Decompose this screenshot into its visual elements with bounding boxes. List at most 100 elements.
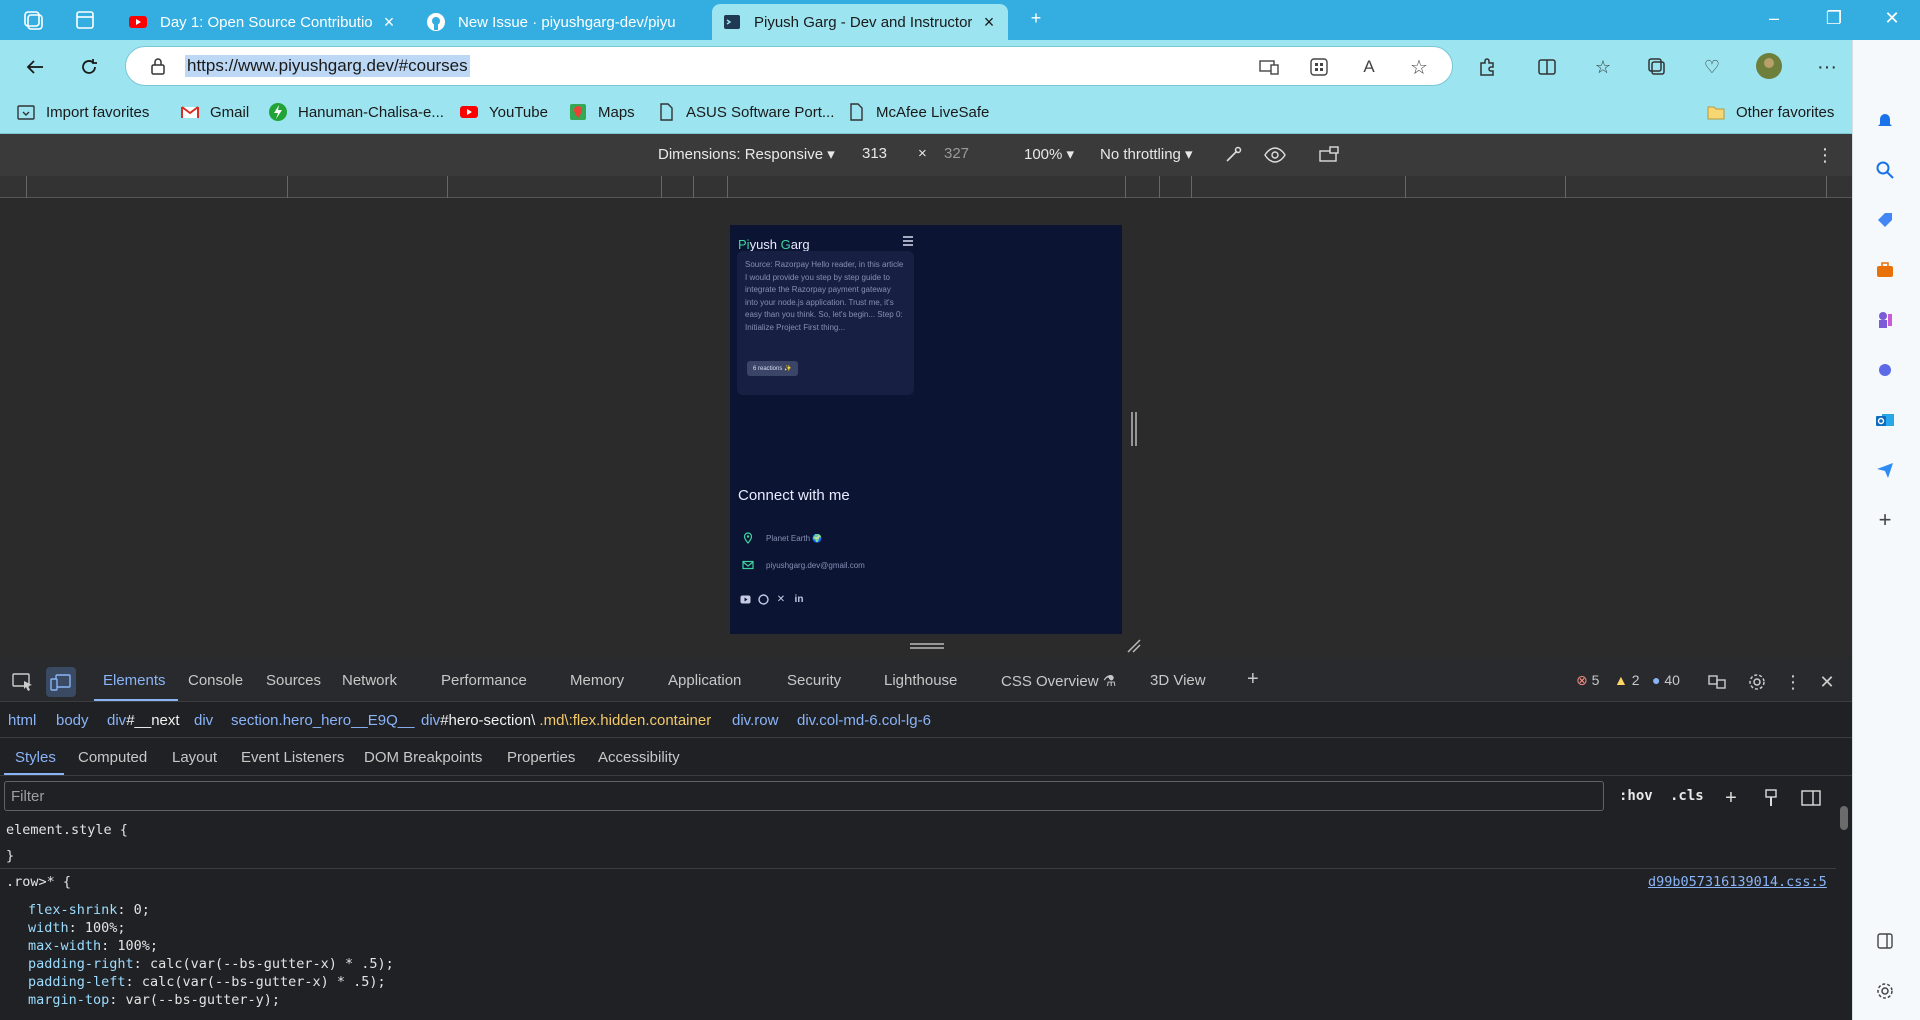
breadcrumb-div-hero-section[interactable]: div#hero-section\ .md\:flex.hidden.conta… <box>421 712 711 729</box>
css-declaration[interactable]: padding-left: calc(var(--bs-gutter-x) * … <box>28 974 386 990</box>
lock-icon[interactable] <box>143 51 173 81</box>
tab-security[interactable]: Security <box>787 672 841 689</box>
vision-deficiency-eye-icon[interactable] <box>1260 140 1290 170</box>
resize-handle-bottom[interactable] <box>910 642 944 650</box>
more-menu-icon[interactable]: ··· <box>1812 52 1842 82</box>
breadcrumb-div-next[interactable]: div#__next <box>107 712 180 729</box>
tab-css-overview[interactable]: CSS Overview ⚗ <box>1001 672 1116 690</box>
rule-source-link[interactable]: d99b057316139014.css:5 <box>1648 874 1827 890</box>
breadcrumb-div-col[interactable]: div.col-md-6.col-lg-6 <box>797 712 931 729</box>
copilot-icon[interactable] <box>1872 357 1898 383</box>
games-icon[interactable] <box>1872 307 1898 333</box>
tab-memory[interactable]: Memory <box>570 672 624 689</box>
breadcrumb-div[interactable]: div <box>194 712 213 729</box>
zoom-dropdown[interactable]: 100% ▾ <box>1024 145 1074 163</box>
back-icon[interactable] <box>20 52 50 82</box>
throttling-dropdown[interactable]: No throttling ▾ <box>1100 145 1193 163</box>
element-style-selector[interactable]: element.style { <box>6 822 128 838</box>
github-social-icon[interactable] <box>757 593 769 605</box>
refresh-icon[interactable] <box>74 52 104 82</box>
favorite-star-icon[interactable]: ☆ <box>1404 52 1434 82</box>
split-screen-icon[interactable] <box>1532 52 1562 82</box>
notifications-bell-icon[interactable] <box>1872 107 1898 133</box>
hide-sidebar-icon[interactable] <box>1872 928 1898 954</box>
workspaces-icon[interactable] <box>18 5 48 35</box>
email-row[interactable]: piyushgarg.dev@gmail.com <box>742 559 865 571</box>
breadcrumb-section-hero[interactable]: section.hero_hero__E9Q__ <box>231 712 414 729</box>
class-toggle[interactable]: .cls <box>1670 788 1704 804</box>
url-text[interactable]: https://www.piyushgarg.dev/#courses <box>185 55 470 77</box>
width-input[interactable]: 313 <box>862 145 887 162</box>
search-icon[interactable] <box>1872 157 1898 183</box>
fav-mcafee[interactable]: McAfee LiveSafe <box>846 100 989 124</box>
subtab-dom-breakpoints[interactable]: DOM Breakpoints <box>364 749 482 766</box>
more-tabs-button[interactable]: + <box>1247 668 1259 691</box>
subtab-styles[interactable]: Styles <box>15 749 56 766</box>
tab-elements[interactable]: Elements <box>103 672 166 689</box>
add-sidebar-app-icon[interactable]: + <box>1872 507 1898 533</box>
hover-state-toggle[interactable]: :hov <box>1619 788 1653 804</box>
extensions-grid-icon[interactable] <box>1304 52 1334 82</box>
breadcrumb-html[interactable]: html <box>8 712 36 729</box>
device-toolbar-more-icon[interactable]: ⋮ <box>1810 140 1840 170</box>
inspect-element-icon[interactable] <box>8 667 38 697</box>
tab-application[interactable]: Application <box>668 672 741 689</box>
tab-performance[interactable]: Performance <box>441 672 527 689</box>
drop-send-icon[interactable] <box>1872 457 1898 483</box>
tab-piyush-garg[interactable]: Piyush Garg - Dev and Instructor × <box>712 4 1008 40</box>
styles-scrollbar-thumb[interactable] <box>1840 806 1848 830</box>
youtube-social-icon[interactable] <box>739 593 751 605</box>
tools-briefcase-icon[interactable] <box>1872 257 1898 283</box>
reactions-badge[interactable]: 6 reactions ✨ <box>747 361 798 376</box>
dimensions-dropdown[interactable]: Dimensions: Responsive ▾ <box>658 145 835 163</box>
tab-network[interactable]: Network <box>342 672 397 689</box>
toggle-sidebar-icon[interactable] <box>1796 783 1826 813</box>
fav-import-favorites[interactable]: Import favorites <box>16 100 149 124</box>
breadcrumb-div-row[interactable]: div.row <box>732 712 778 729</box>
tab-console[interactable]: Console <box>188 672 243 689</box>
close-window-button[interactable]: ✕ <box>1880 8 1904 29</box>
fav-asus-software[interactable]: ASUS Software Port... <box>656 100 834 124</box>
restore-button[interactable]: ❐ <box>1822 8 1846 29</box>
dropper-icon[interactable] <box>1218 140 1248 170</box>
extensions-puzzle-icon[interactable] <box>1472 52 1502 82</box>
hamburger-menu-icon[interactable] <box>902 236 914 246</box>
new-tab-button[interactable]: + <box>1024 8 1048 29</box>
tab-3d-view[interactable]: 3D View <box>1150 672 1206 689</box>
styles-filter-input[interactable]: Filter <box>4 781 1604 811</box>
linkedin-social-icon[interactable]: in <box>793 593 805 605</box>
minimize-button[interactable]: – <box>1762 8 1786 29</box>
css-declaration[interactable]: margin-top: var(--bs-gutter-y); <box>28 992 280 1008</box>
close-icon[interactable]: × <box>380 12 398 33</box>
css-declaration[interactable]: flex-shrink: 0; <box>28 902 150 918</box>
subtab-layout[interactable]: Layout <box>172 749 217 766</box>
height-input[interactable]: 327 <box>944 145 969 162</box>
devtools-settings-gear-icon[interactable] <box>1742 667 1772 697</box>
subtab-accessibility[interactable]: Accessibility <box>598 749 680 766</box>
css-declaration[interactable]: padding-right: calc(var(--bs-gutter-x) *… <box>28 956 394 972</box>
tab-sources[interactable]: Sources <box>266 672 321 689</box>
favorites-icon[interactable]: ☆ <box>1588 52 1618 82</box>
read-aloud-icon[interactable]: A <box>1354 52 1384 82</box>
breadcrumb-body[interactable]: body <box>56 712 89 729</box>
new-style-rule-icon[interactable]: + <box>1716 783 1746 813</box>
tab-github-issue[interactable]: New Issue · piyushgarg-dev/piyu <box>416 4 706 40</box>
customize-devtools-icon[interactable] <box>1702 667 1732 697</box>
close-devtools-icon[interactable]: ✕ <box>1812 667 1842 697</box>
subtab-computed[interactable]: Computed <box>78 749 147 766</box>
fav-youtube[interactable]: YouTube <box>459 100 548 124</box>
tab-actions-icon[interactable] <box>70 5 100 35</box>
tab-youtube-day1[interactable]: Day 1: Open Source Contribution × <box>118 4 408 40</box>
tab-lighthouse[interactable]: Lighthouse <box>884 672 957 689</box>
close-icon[interactable]: × <box>980 12 998 33</box>
info-count[interactable]: ● 40 <box>1652 672 1680 688</box>
device-emulation-icon[interactable] <box>46 667 76 697</box>
site-logo[interactable]: Piyush Garg <box>738 237 810 252</box>
outlook-icon[interactable] <box>1872 407 1898 433</box>
resize-handle-right[interactable] <box>1130 412 1138 446</box>
rule-selector[interactable]: .row>* { <box>6 874 71 890</box>
sidebar-settings-gear-icon[interactable] <box>1872 978 1898 1004</box>
x-twitter-social-icon[interactable]: ✕ <box>775 593 787 605</box>
devtools-more-icon[interactable]: ⋮ <box>1778 667 1808 697</box>
rotate-device-icon[interactable] <box>1314 140 1344 170</box>
